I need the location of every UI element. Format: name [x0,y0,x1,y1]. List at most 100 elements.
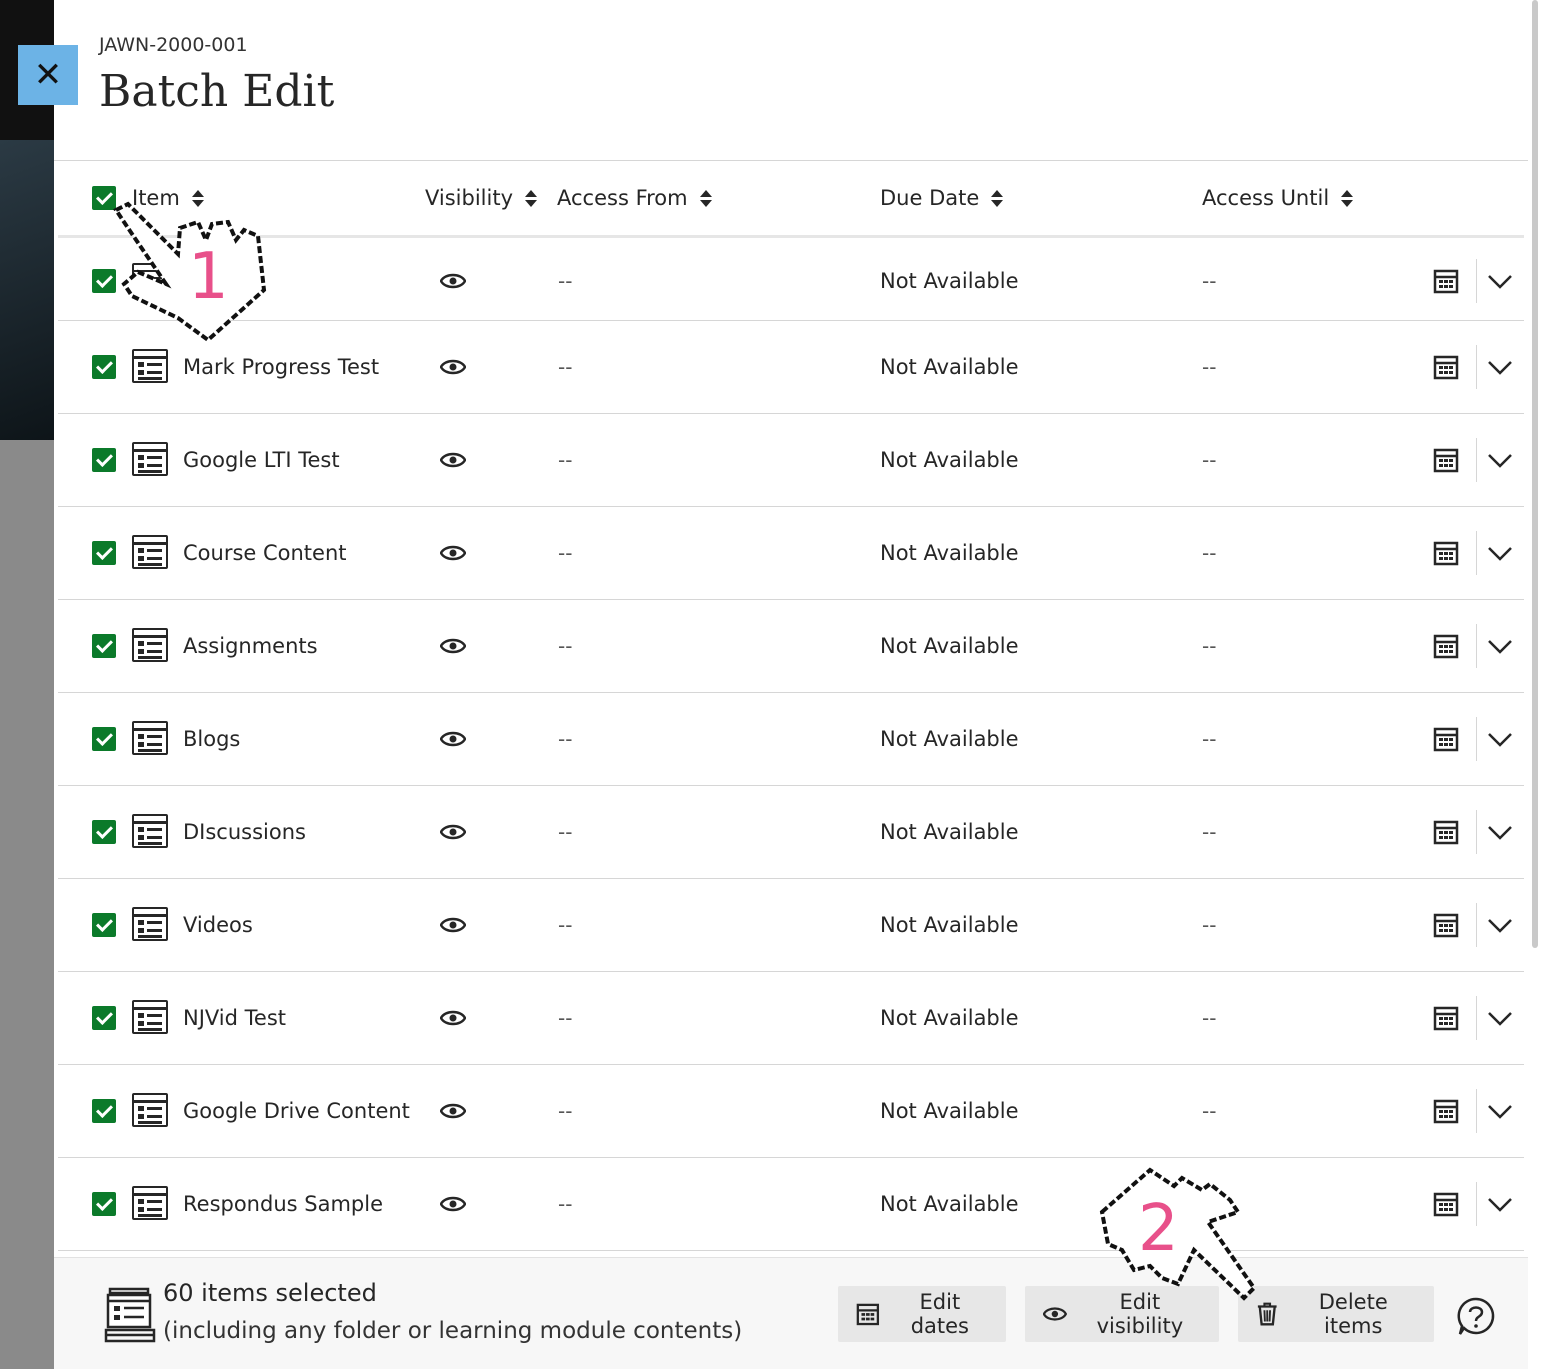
access-until-value: -- [1202,541,1217,565]
calendar-icon[interactable] [1433,354,1459,380]
document-icon [132,349,168,383]
table-row: Course Content -- Not Available -- [58,507,1524,600]
chevron-down-icon[interactable] [1486,355,1514,379]
eye-icon[interactable] [440,357,466,377]
chevron-down-icon[interactable] [1486,541,1514,565]
item-name[interactable]: Google Drive Content [183,1099,410,1123]
access-from-value: -- [558,1192,573,1216]
chevron-down-icon[interactable] [1486,448,1514,472]
row-checkbox[interactable] [92,1099,116,1123]
eye-icon[interactable] [440,271,466,291]
calendar-icon [856,1303,880,1326]
access-from-value: -- [558,634,573,658]
access-until-value: -- [1202,448,1217,472]
item-name[interactable]: Google LTI Test [183,448,340,472]
column-visibility[interactable]: Visibility [425,186,538,210]
eye-icon[interactable] [440,543,466,563]
document-icon [132,1186,168,1220]
row-checkbox[interactable] [92,913,116,937]
row-checkbox[interactable] [92,1006,116,1030]
item-name[interactable]: DIscussions [183,820,306,844]
access-from-value: -- [558,268,573,293]
selected-count: 60 items selected [163,1279,377,1307]
chevron-down-icon[interactable] [1486,1006,1514,1030]
eye-icon[interactable] [440,915,466,935]
scrollbar-thumb[interactable] [1532,0,1538,948]
eye-icon[interactable] [440,1008,466,1028]
row-checkbox[interactable] [92,541,116,565]
eye-icon[interactable] [440,450,466,470]
help-icon[interactable] [1456,1296,1496,1336]
table-row: Google Drive Content -- Not Available -- [58,1065,1524,1158]
calendar-icon[interactable] [1433,819,1459,845]
access-from-value: -- [558,355,573,379]
calendar-icon[interactable] [1433,633,1459,659]
background-content [0,440,60,1369]
item-name[interactable]: NJVid Test [183,1006,286,1030]
calendar-icon[interactable] [1433,1005,1459,1031]
row-checkbox[interactable] [92,727,116,751]
item-name[interactable]: Mark Progress Test [183,355,379,379]
document-icon [132,442,168,476]
chevron-down-icon[interactable] [1486,634,1514,658]
calendar-icon[interactable] [1433,726,1459,752]
background-banner [0,140,60,440]
document-icon [132,907,168,941]
close-button[interactable]: ✕ [18,45,78,105]
item-name[interactable]: Course Content [183,541,347,565]
column-access-from[interactable]: Access From [557,186,712,210]
column-due-date-label: Due Date [880,186,980,210]
calendar-icon[interactable] [1433,1191,1459,1217]
edit-dates-button[interactable]: Edit dates [838,1286,1006,1342]
row-checkbox[interactable] [92,1192,116,1216]
row-checkbox[interactable] [92,634,116,658]
column-due-date[interactable]: Due Date [880,186,1004,210]
document-icon [132,721,168,755]
eye-icon[interactable] [440,636,466,656]
chevron-down-icon[interactable] [1486,269,1514,293]
access-from-value: -- [558,448,573,472]
column-access-until[interactable]: Access Until [1202,186,1354,210]
row-divider [1476,1089,1477,1133]
calendar-icon[interactable] [1433,912,1459,938]
scrollbar[interactable] [1530,0,1540,950]
item-name[interactable]: Assignments [183,634,318,658]
close-icon: ✕ [33,55,63,95]
eye-icon[interactable] [440,1101,466,1121]
row-checkbox[interactable] [92,448,116,472]
calendar-icon[interactable] [1433,268,1459,294]
eye-icon[interactable] [440,729,466,749]
access-until-value: -- [1202,268,1217,293]
item-name[interactable]: Videos [183,913,253,937]
calendar-icon[interactable] [1433,540,1459,566]
delete-items-button[interactable]: Delete items [1238,1286,1434,1342]
table-body: O M E--Not Available--Mark Progress Test… [58,241,1524,1251]
due-date-value: Not Available [880,541,1019,565]
calendar-icon[interactable] [1433,447,1459,473]
access-from-value: -- [558,541,573,565]
due-date-value: Not Available [880,1192,1019,1216]
item-name[interactable]: Blogs [183,727,240,751]
chevron-down-icon[interactable] [1486,913,1514,937]
eye-icon[interactable] [440,1194,466,1214]
document-icon [132,1093,168,1127]
chevron-down-icon[interactable] [1486,1192,1514,1216]
row-checkbox[interactable] [92,355,116,379]
table-row: Blogs -- Not Available -- [58,693,1524,786]
table-row: Assignments -- Not Available -- [58,600,1524,693]
row-checkbox[interactable] [92,820,116,844]
table-row: Respondus Sample--Not Available-- [58,1158,1524,1251]
document-icon [132,628,168,662]
item-name[interactable]: Respondus Sample [183,1192,383,1216]
edit-dates-label: Edit dates [910,1290,969,1338]
due-date-value: Not Available [880,355,1019,379]
delete-items-label: Delete items [1318,1290,1388,1338]
chevron-down-icon[interactable] [1486,820,1514,844]
trash-icon [1257,1302,1277,1326]
calendar-icon[interactable] [1433,1098,1459,1124]
chevron-down-icon[interactable] [1486,727,1514,751]
hand-pointer-icon-1: 1 [108,200,278,350]
chevron-down-icon[interactable] [1486,1099,1514,1123]
step-2-label: 2 [1138,1192,1179,1266]
eye-icon[interactable] [440,822,466,842]
